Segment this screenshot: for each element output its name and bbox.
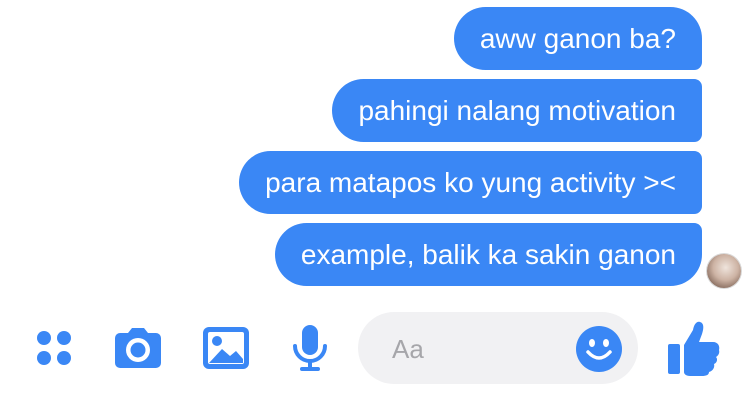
gallery-button[interactable] [200,322,252,374]
gallery-icon [203,327,249,369]
message-bubble-2[interactable]: pahingi nalang motivation [332,79,702,142]
message-text-3: para matapos ko yung activity >< [265,167,676,198]
more-apps-button[interactable] [28,322,80,374]
camera-icon [115,328,161,368]
message-text-4: example, balik ka sakin ganon [300,239,676,270]
thumbs-up-icon [668,321,720,376]
seen-avatar [707,254,741,288]
composer-toolbar [0,310,750,386]
message-input[interactable] [392,332,572,366]
like-button[interactable] [666,318,722,378]
microphone-icon [293,325,327,371]
camera-button[interactable] [112,322,164,374]
message-bubble-1[interactable]: aww ganon ba? [453,7,702,70]
emoji-button[interactable] [575,325,623,373]
more-apps-icon [37,331,71,365]
emoji-icon [576,326,622,372]
message-bubble-4[interactable]: example, balik ka sakin ganon [274,223,702,286]
message-text-1: aww ganon ba? [479,23,676,54]
message-bubble-3[interactable]: para matapos ko yung activity >< [239,151,702,214]
voice-record-button[interactable] [284,322,336,374]
message-composer[interactable] [358,312,638,384]
message-text-2: pahingi nalang motivation [358,95,676,126]
